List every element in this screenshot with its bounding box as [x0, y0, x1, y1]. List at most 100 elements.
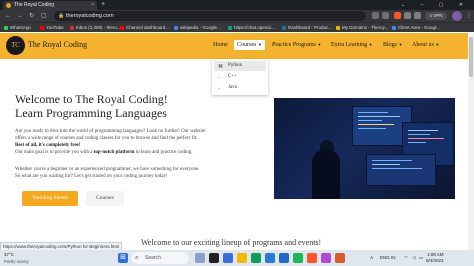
extensions-icon[interactable] — [414, 12, 421, 19]
hero-title-line-1: Welcome to The Royal Coding! — [15, 92, 168, 106]
bookmark-client-area[interactable]: Client Area - Googl... — [392, 23, 440, 33]
nav-about-us[interactable]: About us ▼ — [412, 42, 439, 48]
new-tab-button[interactable]: + — [101, 0, 105, 10]
google-icon — [174, 26, 178, 30]
window-controls[interactable]: ⌄ – ▢ ✕ — [401, 0, 470, 10]
browser-toolbar: ← → ↻ ▢ 🔒 theroyalcoding.com ≡ VPN ⋮ — [0, 10, 474, 22]
share-icon[interactable] — [372, 12, 379, 19]
dropdown-item-java[interactable]: ◦ Java — [214, 83, 266, 93]
chevron-down-icon: ▼ — [398, 42, 403, 47]
wordpress-icon — [282, 26, 286, 30]
system-clock[interactable]: 1:08 AM 6/4/2023 — [426, 252, 444, 264]
courses-button[interactable]: Courses — [86, 191, 124, 206]
brave-icon[interactable] — [307, 253, 317, 263]
hero-coding-image — [274, 98, 455, 199]
spotify-icon[interactable] — [293, 253, 303, 263]
hero-title: Welcome to The Royal Coding! Learn Progr… — [15, 92, 168, 120]
chevron-down-icon: ▼ — [435, 42, 440, 47]
store-icon[interactable] — [251, 253, 261, 263]
youtube-icon — [40, 26, 44, 30]
dropdown-item-cpp[interactable]: ◦ C++ — [214, 72, 266, 82]
back-arrow-icon[interactable]: ← — [5, 11, 11, 21]
bookmarks-bar: WhatsApp YouTube Inbox (2,459) - thero..… — [0, 22, 474, 32]
lineup-heading: Welcome to our exciting lineup of progra… — [141, 238, 322, 247]
chevron-down-icon: ▼ — [368, 42, 373, 47]
reload-icon[interactable]: ↻ — [29, 11, 34, 21]
hero-paragraph-2: offers a wide range of courses and codin… — [15, 136, 198, 141]
address-bar[interactable]: 🔒 theroyalcoding.com — [54, 11, 366, 21]
tab-the-royal-coding[interactable]: The Royal Coding × — [3, 1, 97, 10]
hero-paragraph-5: Whether you're a beginner or an experien… — [15, 167, 200, 172]
site-logo[interactable]: TC — [6, 36, 25, 55]
hero-paragraph-4: Our main goal is to provide you with a t… — [15, 150, 193, 155]
menu-kebab-icon[interactable]: ⋮ — [466, 11, 472, 21]
browser-tab-bar: The Royal Coding × + ⌄ – ▢ ✕ — [0, 0, 474, 10]
lock-icon: 🔒 — [58, 13, 65, 19]
chevron-down-icon: ▼ — [257, 42, 262, 47]
whatsapp-icon — [4, 26, 8, 30]
hero-title-line-2: Learn Programming Languages — [15, 106, 167, 120]
bookmark-dashboard[interactable]: Dashboard ‹ Produc... — [282, 23, 332, 33]
nav-blogs[interactable]: Blogs ▼ — [383, 42, 402, 48]
volume-icon[interactable]: ◁ — [412, 250, 415, 266]
bookmark-chatgpt[interactable]: https://chat.openai.... — [228, 23, 276, 33]
scrollbar-thumb[interactable] — [469, 37, 473, 77]
tray-chevron-icon[interactable]: ∧ — [370, 250, 373, 266]
profile-avatar[interactable] — [452, 11, 462, 21]
windows-taskbar: 37°C Partly sunny ⊞ ⌕ Search ∧ ENG IN ◠ … — [0, 250, 474, 266]
taskbar-search[interactable]: ⌕ Search — [131, 252, 189, 264]
weather-widget[interactable]: 37°C Partly sunny — [4, 251, 29, 265]
weather-desc: Partly sunny — [4, 259, 29, 264]
bookmark-inbox[interactable]: Inbox (2,459) - thero... — [70, 23, 121, 33]
weather-temp: 37°C — [4, 252, 15, 257]
gmail-icon — [70, 26, 74, 30]
bookmark-whatsapp[interactable]: WhatsApp — [4, 23, 31, 33]
dropdown-item-python[interactable]: ⌘ Python — [214, 61, 266, 71]
mail-icon[interactable] — [265, 253, 275, 263]
search-icon: ⌕ — [135, 255, 139, 261]
wifi-icon[interactable]: ◠ — [404, 250, 408, 266]
task-view-icon[interactable] — [195, 253, 205, 263]
bookmark-youtube[interactable]: YouTube — [40, 23, 64, 33]
vpn-button[interactable]: ≡ VPN — [425, 12, 447, 20]
google-icon — [392, 26, 396, 30]
nav-practice-programs[interactable]: Practice Programs ▼ — [272, 42, 321, 48]
bookmark-page-icon[interactable]: ▢ — [41, 11, 47, 21]
trending-sheets-button[interactable]: Trending Sheets — [22, 191, 78, 206]
file-explorer-icon[interactable] — [223, 253, 233, 263]
clock-date: 6/4/2023 — [426, 258, 444, 263]
star-icon[interactable] — [382, 12, 389, 19]
hero-paragraph-6: So what are you waiting for? Let's get s… — [15, 174, 168, 179]
site-favicon-icon — [6, 3, 11, 8]
windows-start-icon[interactable]: ⊞ — [118, 253, 128, 263]
address-url: theroyalcoding.com — [66, 13, 114, 19]
nav-extra-learning[interactable]: Extra Learning ▼ — [331, 42, 373, 48]
domains-icon — [336, 26, 340, 30]
youtube-studio-icon — [120, 26, 124, 30]
language-indicator[interactable]: ENG IN — [380, 250, 396, 266]
tab-close-icon[interactable]: × — [91, 1, 94, 10]
app-icon[interactable] — [335, 253, 345, 263]
forward-arrow-icon[interactable]: → — [17, 11, 23, 21]
hero-paragraph-3: Best of all, it's completely free! — [15, 143, 81, 148]
chevron-down-icon: ▼ — [317, 42, 322, 47]
brave-shield-icon[interactable] — [394, 12, 401, 19]
courses-dropdown-menu: ⌘ Python ◦ C++ ◦ Java — [212, 59, 268, 95]
app-icon[interactable] — [321, 253, 331, 263]
bookmark-channel-dashboard[interactable]: Channel dashboard... — [120, 23, 169, 33]
nav-courses[interactable]: Courses ▼ — [234, 40, 265, 50]
nav-home[interactable]: Home — [213, 42, 228, 48]
bookmark-wikipedia[interactable]: wikipedia - Google... — [174, 23, 221, 33]
folder-icon[interactable] — [237, 253, 247, 263]
tab-title: The Royal Coding — [14, 2, 55, 8]
site-brand[interactable]: The Royal Coding — [28, 40, 87, 49]
bookmark-my-domains[interactable]: My Domains - Theroy... — [336, 23, 388, 33]
site-header: TC The Royal Coding Home Courses ▼ Pract… — [0, 33, 468, 59]
hero-paragraph-1: Are you ready to dive into the world of … — [15, 129, 206, 134]
java-icon: ◦ — [218, 87, 220, 92]
vscode-icon[interactable] — [279, 253, 289, 263]
openai-icon — [228, 26, 232, 30]
rewards-icon[interactable] — [404, 12, 411, 19]
battery-icon[interactable]: ▭ — [419, 250, 423, 266]
terminal-icon[interactable] — [209, 253, 219, 263]
